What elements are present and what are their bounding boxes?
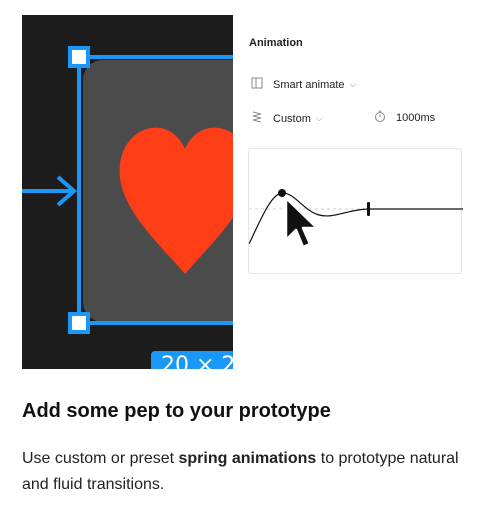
heart-icon [119, 127, 233, 274]
curve-handle [367, 202, 370, 216]
selection-edge-bottom [77, 321, 233, 325]
easing-select[interactable]: Custom ⌵ [251, 110, 323, 127]
selection-edge-top [77, 55, 233, 59]
frame-icon [251, 77, 263, 92]
easing-label: Custom [273, 112, 311, 125]
description-emphasis: spring animations [178, 450, 317, 467]
resize-handle-top-left[interactable] [68, 46, 90, 68]
duration-field[interactable]: 1000ms [374, 110, 435, 125]
section-heading: Add some pep to your prototype [22, 400, 331, 422]
timer-icon [374, 110, 386, 125]
animation-type-label: Smart animate [273, 78, 345, 91]
prototype-canvas: 20 × 2 [22, 15, 233, 369]
pointer-cursor-icon [284, 196, 319, 249]
chevron-down-icon: ⌵ [349, 79, 357, 89]
size-badge: 20 × 2 [151, 351, 233, 369]
panel-title: Animation [249, 37, 303, 49]
section-description: Use custom or preset spring animations t… [22, 446, 472, 498]
spring-icon [251, 110, 263, 127]
duration-value: 1000ms [396, 111, 436, 124]
description-text-start: Use custom or preset [22, 450, 179, 467]
prototype-connector-arrow-icon [22, 175, 78, 207]
resize-handle-bottom-left[interactable] [68, 312, 90, 334]
animation-type-select[interactable]: Smart animate ⌵ [251, 77, 356, 92]
chevron-down-icon: ⌵ [315, 113, 323, 123]
